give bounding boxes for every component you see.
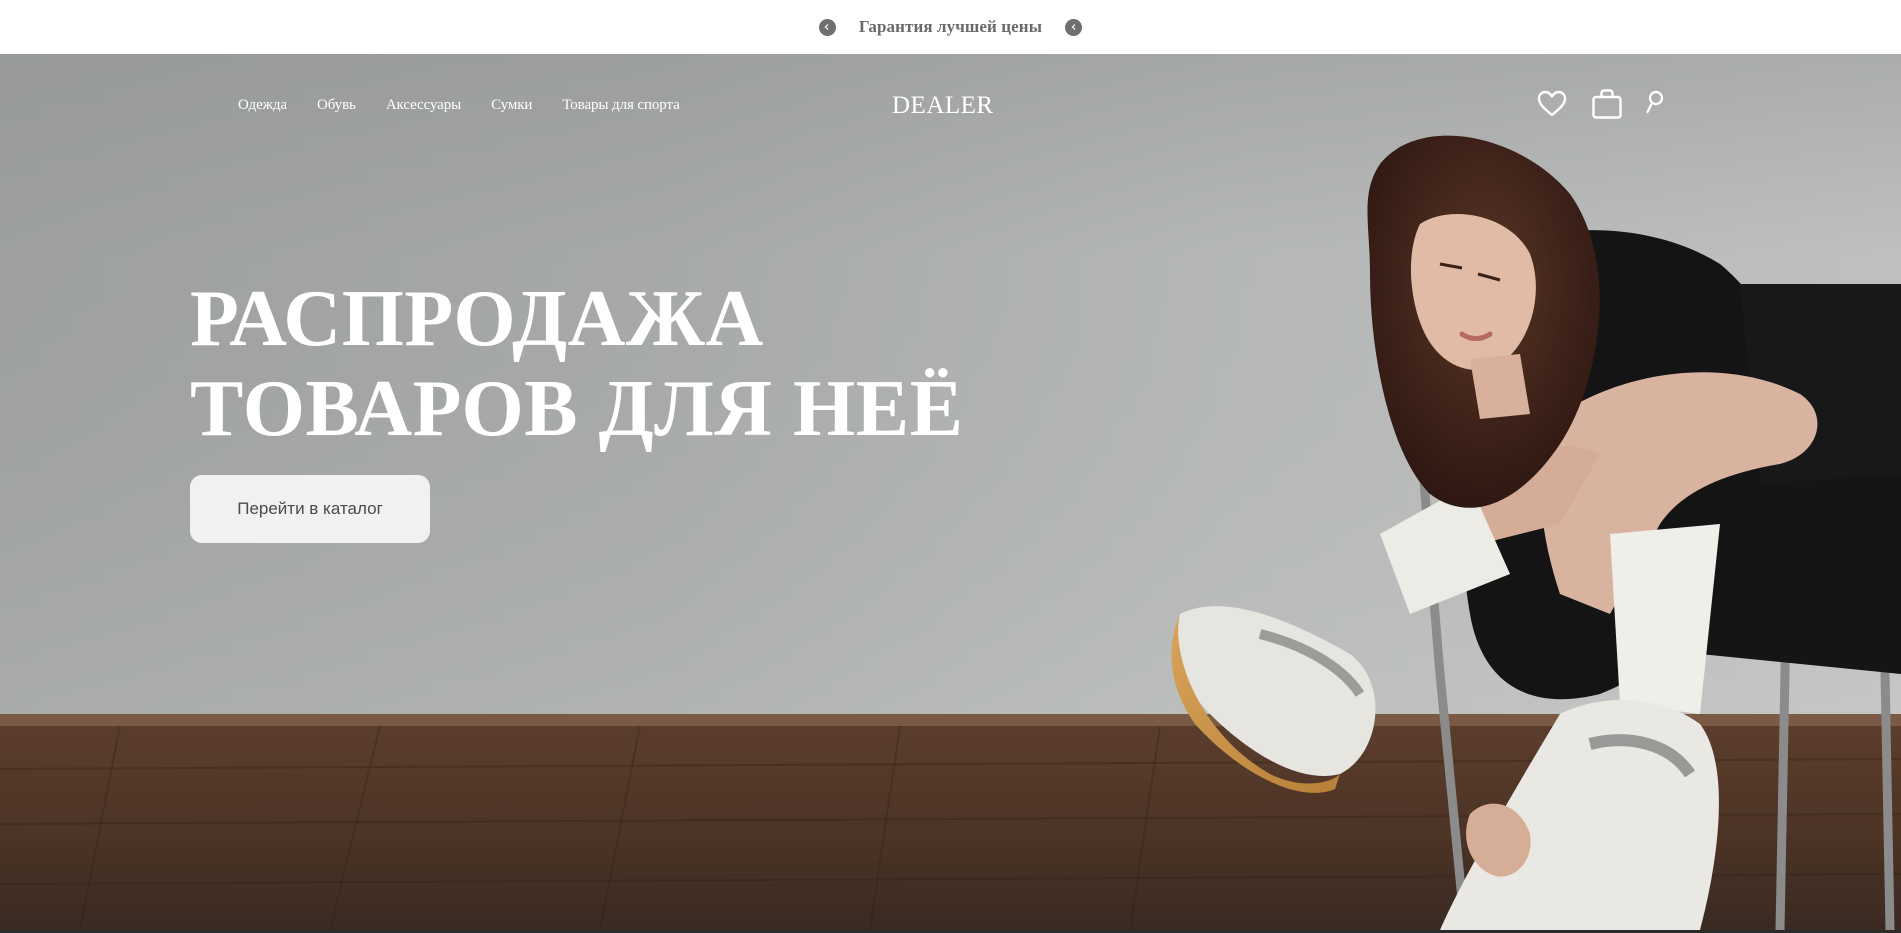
announcement-prev-button[interactable]	[818, 18, 836, 36]
heart-icon[interactable]	[1537, 90, 1567, 118]
site-logo[interactable]: DEALER	[892, 92, 994, 120]
nav-item-shoes[interactable]: Обувь	[317, 97, 356, 114]
hero-title-line2: ТОВАРОВ ДЛЯ НЕЁ	[190, 365, 964, 453]
hero-title-line1: РАСПРОДАЖА	[190, 275, 764, 363]
header-actions	[1537, 88, 1665, 120]
bag-icon[interactable]	[1591, 88, 1623, 120]
announcement-bar: Гарантия лучшей цены	[0, 0, 1901, 54]
nav-item-clothing[interactable]: Одежда	[238, 97, 287, 114]
announcement-next-button[interactable]	[1065, 18, 1083, 36]
chevron-left-icon	[1071, 24, 1075, 30]
search-icon[interactable]	[1645, 90, 1665, 118]
nav-item-accessories[interactable]: Аксессуары	[386, 97, 461, 114]
go-to-catalog-button[interactable]: Перейти в каталог	[190, 475, 430, 543]
nav-item-sport[interactable]: Товары для спорта	[562, 97, 679, 114]
hero-banner: Одежда Обувь Аксессуары Сумки Товары для…	[0, 54, 1901, 930]
hero-title: РАСПРОДАЖА ТОВАРОВ ДЛЯ НЕЁ	[190, 274, 963, 454]
chevron-left-icon	[825, 24, 829, 30]
announcement-text: Гарантия лучшей цены	[858, 17, 1043, 36]
nav-item-bags[interactable]: Сумки	[491, 97, 532, 114]
main-nav: Одежда Обувь Аксессуары Сумки Товары для…	[238, 97, 710, 114]
